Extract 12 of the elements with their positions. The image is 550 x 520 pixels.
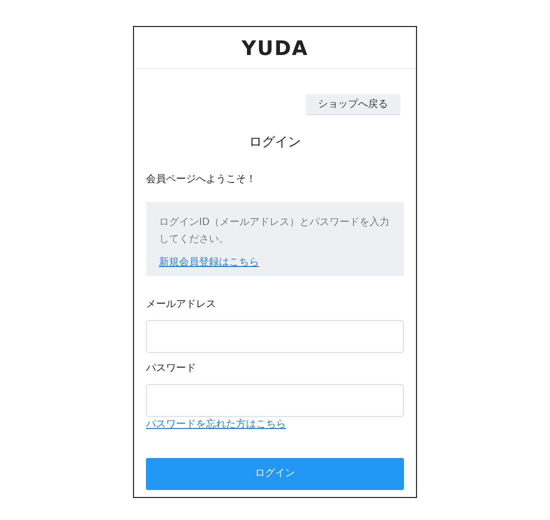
page-title: ログイン — [248, 134, 302, 152]
welcome-text: 会員ページへようこそ！ — [146, 172, 257, 186]
field-label: パスワード — [146, 362, 197, 376]
logo[interactable]: YUDA — [242, 32, 308, 62]
notice-text: ログインID（メールアドレス）とパスワードを入力してください。 — [159, 216, 391, 246]
field-label: メールアドレス — [146, 298, 217, 312]
forgot-password-link[interactable]: パスワードを忘れた方はこちら — [146, 418, 286, 430]
login-button[interactable]: ログイン — [146, 458, 404, 490]
input-field[interactable] — [146, 384, 404, 416]
input-field[interactable] — [146, 320, 404, 352]
back-to-shop-button[interactable]: ショップへ戻る — [306, 94, 400, 114]
register-link[interactable]: 新規会員登録はこちら — [159, 256, 259, 268]
